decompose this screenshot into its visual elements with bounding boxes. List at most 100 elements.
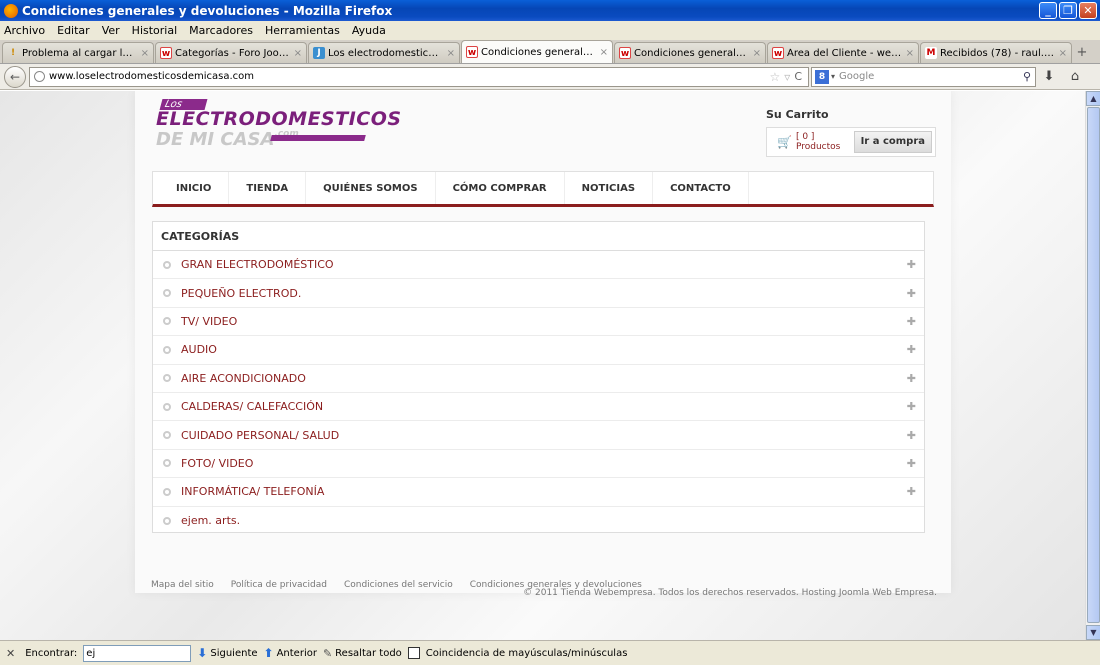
find-input[interactable]	[83, 644, 192, 662]
category-label[interactable]: CUIDADO PERSONAL/ SALUD	[181, 429, 339, 442]
browser-tab[interactable]: w Categorías - Foro Joomla!... ×	[155, 42, 307, 63]
match-case-checkbox[interactable]: Coincidencia de mayúsculas/minúsculas	[407, 647, 627, 659]
category-item[interactable]: TV/ VIDEO ✚	[153, 308, 924, 337]
nav-tienda[interactable]: TIENDA	[229, 172, 307, 204]
scroll-down-icon[interactable]: ▼	[1086, 625, 1100, 640]
nav-noticias[interactable]: NOTICIAS	[565, 172, 654, 204]
scroll-up-icon[interactable]: ▲	[1086, 91, 1100, 106]
tab-close-icon[interactable]: ×	[753, 48, 761, 59]
menu-ayuda[interactable]: Ayuda	[352, 24, 386, 37]
browser-tab[interactable]: J Los electrodomesticos de ... ×	[308, 42, 460, 63]
menu-ver[interactable]: Ver	[102, 24, 120, 37]
engine-dropdown-icon[interactable]: ▾	[831, 72, 835, 81]
site-logo[interactable]: Los ELECTRODOMESTICOS DE MI CASA.com	[156, 95, 401, 155]
tab-close-icon[interactable]: ×	[1059, 48, 1067, 59]
footer-link-privacy[interactable]: Política de privacidad	[231, 580, 327, 590]
browser-tab[interactable]: w Condiciones generales y d... ×	[614, 42, 766, 63]
cart-products-link[interactable]: [ 0 ] Productos	[796, 132, 854, 152]
expand-icon[interactable]: ✚	[907, 400, 916, 413]
reload-icon[interactable]: C	[794, 70, 802, 83]
cart-title: Su Carrito	[766, 108, 829, 121]
bookmark-star-icon[interactable]: ☆	[770, 70, 781, 84]
menu-historial[interactable]: Historial	[132, 24, 177, 37]
menu-editar[interactable]: Editar	[57, 24, 90, 37]
tab-close-icon[interactable]: ×	[600, 47, 608, 58]
new-tab-button[interactable]: +	[1073, 42, 1091, 63]
category-item[interactable]: PEQUEÑO ELECTROD. ✚	[153, 279, 924, 308]
category-item[interactable]: CUIDADO PERSONAL/ SALUD ✚	[153, 421, 924, 450]
downloads-icon[interactable]: ⬇	[1036, 69, 1062, 84]
category-label[interactable]: ejem. arts.	[181, 514, 240, 527]
scroll-thumb[interactable]	[1087, 107, 1100, 623]
browser-tab[interactable]: M Recibidos (78) - raul.ocse... ×	[920, 42, 1072, 63]
expand-icon[interactable]: ✚	[907, 258, 916, 271]
expand-icon[interactable]: ✚	[907, 485, 916, 498]
category-item[interactable]: FOTO/ VIDEO ✚	[153, 450, 924, 479]
tab-close-icon[interactable]: ×	[141, 48, 149, 59]
category-label[interactable]: FOTO/ VIDEO	[181, 457, 253, 470]
expand-icon[interactable]: ✚	[907, 429, 916, 442]
expand-icon[interactable]: ✚	[907, 287, 916, 300]
footer-link-terms[interactable]: Condiciones del servicio	[344, 580, 453, 590]
url-text[interactable]: www.loselectrodomesticosdemicasa.com	[49, 71, 770, 82]
expand-icon[interactable]: ✚	[907, 372, 916, 385]
category-label[interactable]: CALDERAS/ CALEFACCIÓN	[181, 400, 323, 413]
category-item[interactable]: GRAN ELECTRODOMÉSTICO ✚	[153, 251, 924, 280]
close-findbar-icon[interactable]: ✕	[6, 647, 15, 660]
home-icon[interactable]: ⌂	[1062, 69, 1088, 84]
maximize-button[interactable]: ❐	[1059, 2, 1077, 19]
nav-quienes-somos[interactable]: QUIÉNES SOMOS	[306, 172, 436, 204]
category-label[interactable]: AIRE ACONDICIONADO	[181, 372, 306, 385]
browser-tab[interactable]: w Área del Cliente - webemp... ×	[767, 42, 919, 63]
search-magnifier-icon[interactable]: ⚲	[1023, 70, 1031, 83]
history-dropdown-icon[interactable]: ▿	[784, 70, 790, 84]
nav-contacto[interactable]: CONTACTO	[653, 172, 749, 204]
site-footer: Mapa del sitio Política de privacidad Co…	[151, 580, 937, 598]
category-item[interactable]: AUDIO ✚	[153, 336, 924, 365]
back-button[interactable]: ←	[4, 65, 26, 88]
nav-inicio[interactable]: INICIO	[159, 172, 230, 204]
browser-tab-active[interactable]: w Condiciones generales y d... ×	[461, 40, 613, 63]
category-label[interactable]: AUDIO	[181, 343, 217, 356]
checkbox-icon[interactable]	[407, 647, 420, 659]
search-box[interactable]: 8 ▾ Google ⚲	[811, 66, 1036, 87]
nav-como-comprar[interactable]: CÓMO COMPRAR	[436, 172, 565, 204]
highlight-all-button[interactable]: ✎ Resaltar todo	[323, 647, 402, 660]
up-arrow-icon: ⬆	[263, 646, 274, 660]
expand-icon[interactable]: ✚	[907, 343, 916, 356]
category-item[interactable]: INFORMÁTICA/ TELEFONÍA ✚	[153, 478, 924, 507]
vertical-scrollbar[interactable]: ▲ ▼	[1085, 91, 1100, 640]
bullet-icon	[163, 487, 171, 496]
joomla-icon: J	[313, 47, 325, 59]
category-item[interactable]: AIRE ACONDICIONADO ✚	[153, 365, 924, 393]
find-prev-button[interactable]: ⬆ Anterior	[264, 646, 317, 660]
bullet-icon	[163, 374, 171, 383]
find-next-button[interactable]: ⬇ Siguiente	[197, 646, 257, 660]
category-item[interactable]: CALDERAS/ CALEFACCIÓN ✚	[153, 393, 924, 422]
webempresa-icon: w	[466, 46, 478, 58]
category-item[interactable]: ejem. arts.	[153, 507, 924, 535]
gmail-icon: M	[925, 47, 937, 59]
category-label[interactable]: INFORMÁTICA/ TELEFONÍA	[181, 485, 324, 498]
category-label[interactable]: PEQUEÑO ELECTROD.	[181, 287, 301, 300]
url-bar[interactable]: www.loselectrodomesticosdemicasa.com ☆ ▿…	[29, 66, 809, 87]
expand-icon[interactable]: ✚	[907, 457, 916, 470]
search-placeholder[interactable]: Google	[839, 71, 1023, 82]
tab-close-icon[interactable]: ×	[294, 48, 302, 59]
close-window-button[interactable]: ✕	[1079, 2, 1097, 19]
globe-icon	[34, 71, 45, 82]
checkout-button[interactable]: Ir a compra	[853, 131, 932, 153]
tab-close-icon[interactable]: ×	[447, 48, 455, 59]
browser-tab[interactable]: ! Problema al cargar la página ×	[2, 42, 154, 63]
tab-close-icon[interactable]: ×	[906, 48, 914, 59]
window-titlebar: Condiciones generales y devoluciones - M…	[0, 0, 1100, 21]
category-label[interactable]: TV/ VIDEO	[181, 315, 237, 328]
footer-link-sitemap[interactable]: Mapa del sitio	[151, 580, 214, 590]
menu-archivo[interactable]: Archivo	[4, 24, 45, 37]
category-label[interactable]: GRAN ELECTRODOMÉSTICO	[181, 258, 334, 271]
expand-icon[interactable]: ✚	[907, 315, 916, 328]
tab-label: Recibidos (78) - raul.ocse...	[940, 47, 1056, 59]
menu-herramientas[interactable]: Herramientas	[265, 24, 340, 37]
minimize-button[interactable]: _	[1039, 2, 1057, 19]
menu-marcadores[interactable]: Marcadores	[189, 24, 253, 37]
